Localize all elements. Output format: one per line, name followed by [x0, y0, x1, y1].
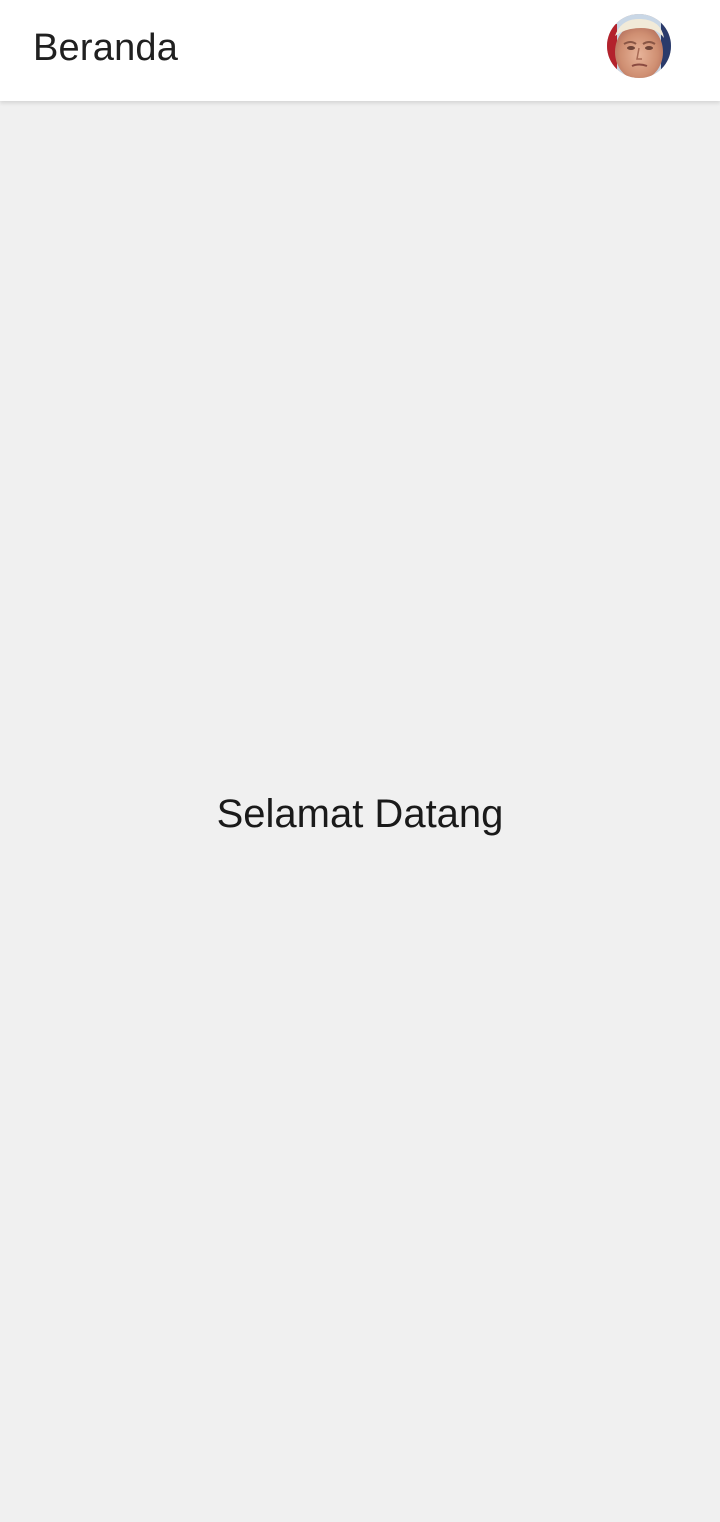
app-bar: Beranda — [0, 0, 720, 101]
avatar-photo-icon — [607, 14, 671, 78]
welcome-message: Selamat Datang — [216, 792, 504, 836]
profile-avatar[interactable] — [607, 14, 671, 78]
home-content: Selamat Datang — [0, 101, 720, 1522]
app-screen: Beranda Selamat Datang — [0, 0, 720, 1522]
page-title: Beranda — [33, 27, 179, 69]
